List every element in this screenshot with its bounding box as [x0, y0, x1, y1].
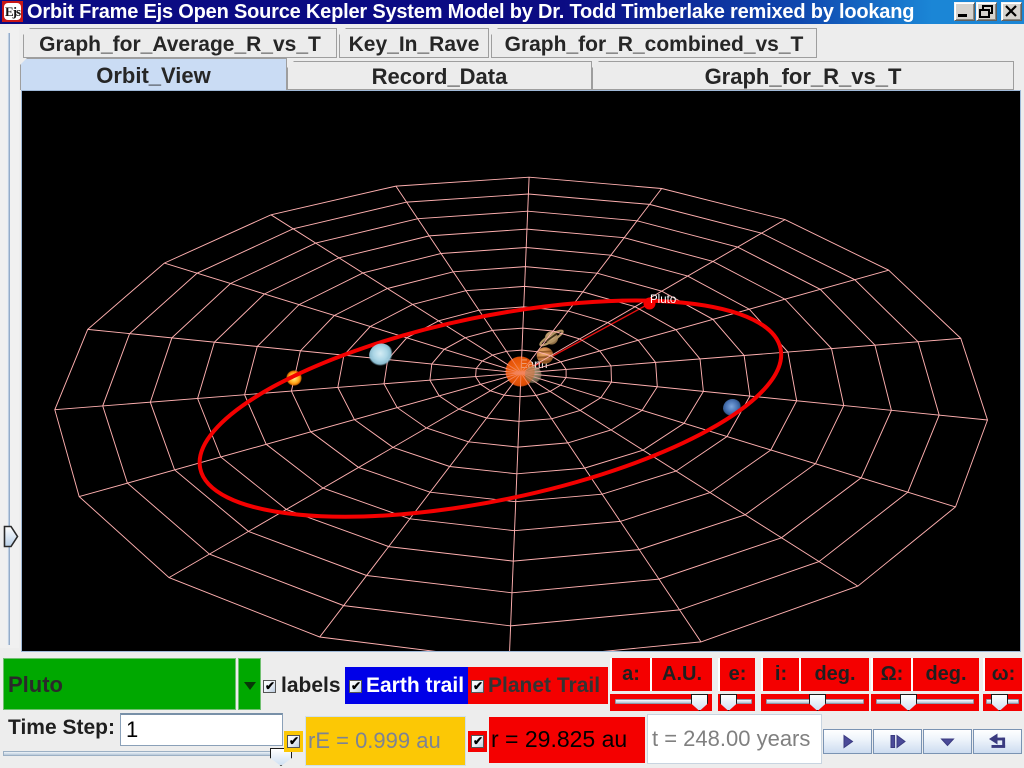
svg-text:Pluto: Pluto: [650, 294, 676, 306]
